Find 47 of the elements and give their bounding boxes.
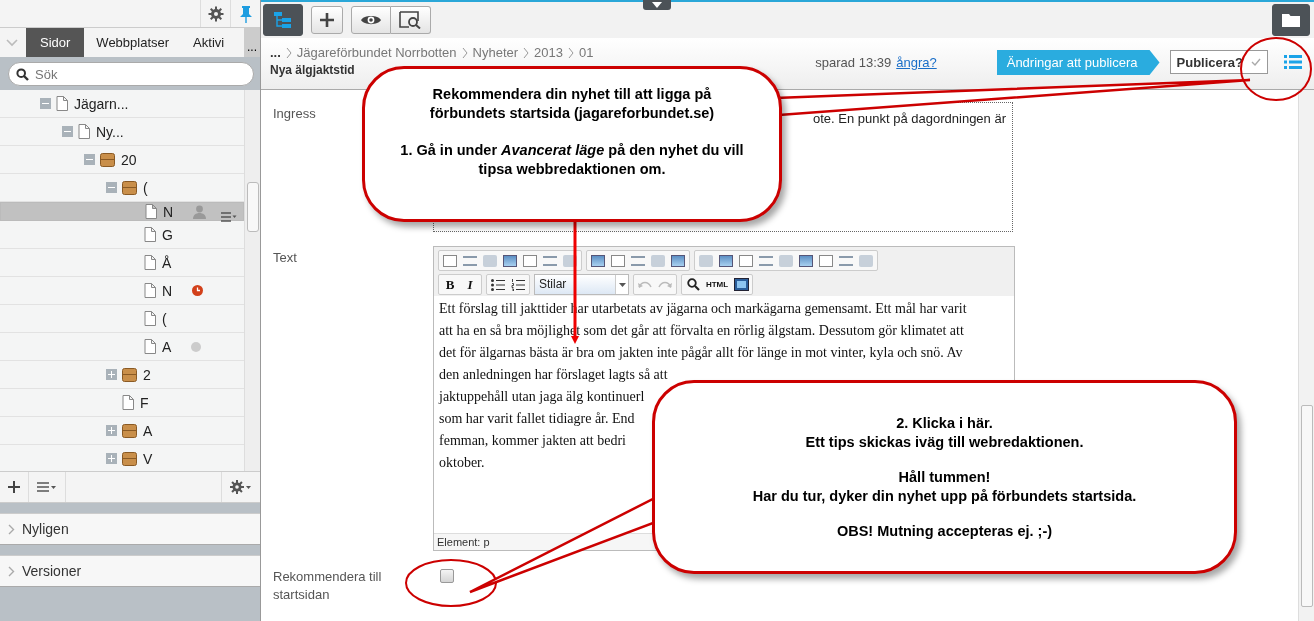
changes-label: Ändringar att publicera [996,50,1160,75]
tree-item[interactable]: N [0,277,244,305]
editor-text-line: den anledningen har förslaget lagts så att [439,366,668,384]
editor-text-line: det för älgarnas bästa är bra om jakten inte pågår allt för länge in mot vinter, kyla och snö. Av [439,344,963,362]
tree-item[interactable]: 20 [0,146,244,174]
saved-status: sparad 13:39 [815,55,892,70]
panel-title: Versioner [22,563,82,579]
callout-text: 2. Klicka i här. Ett tips skickas iväg till webredaktionen. [805,413,1084,452]
style-select[interactable]: Stilar [534,274,629,295]
editor-text-line: femman, kommer jakten att bedri [439,432,626,450]
callout-text: 1. Gå in under Avancerat läge på den nyhet du vill tipsa webbredaktionen om. [400,141,744,179]
breadcrumb-link[interactable]: 01 [579,45,594,60]
tree-item[interactable]: Jägarn... [0,90,244,118]
panel-header[interactable]: Versioner [0,555,260,587]
breadcrumb-link[interactable]: 2013 [534,45,563,60]
breadcrumb-link[interactable]: Nyheter [472,45,519,60]
bold-button[interactable]: B [440,276,460,293]
tree-item[interactable]: A [0,333,244,361]
undo-link[interactable]: ångra? [896,55,937,70]
tree-item[interactable]: Ny... [0,118,244,146]
tree-item[interactable]: F [0,389,244,417]
search-field[interactable]: Sök [8,62,254,86]
editor-text-line: jaktuppehåll utan jaga älg kontinuerl [439,388,645,406]
italic-button[interactable]: I [460,276,480,293]
breadcrumb-link[interactable]: ... [270,45,281,60]
panel-title: Nyligen [22,521,69,537]
tree-item[interactable]: A [0,417,244,445]
field-label: Rekommendera till startsidan [273,568,383,604]
tab[interactable]: Sidor [26,28,85,57]
callout-text: Rekommendera din nyhet till att ligga på förbundets startsida (jagareforbundet.se) [429,85,715,123]
field-label: Ingress [273,105,317,123]
tree-item[interactable]: N [0,202,244,221]
tree-item[interactable]: 2 [0,361,244,389]
breadcrumb-link[interactable]: Jägareförbundet Norrbotten [296,45,457,60]
publish-button[interactable]: Publicera? [1169,50,1268,74]
tab[interactable]: Webbplatser [84,28,182,57]
editor-text-line: som har varit fallet tidiagre år. End [439,410,635,428]
page-title: Nya älgjaktstid [270,63,356,77]
editor-text-line: oktober. [439,454,485,472]
field-label: Text [273,249,298,267]
tree-item[interactable]: G [0,221,244,249]
tree-item[interactable]: ( [0,305,244,333]
callout-text: Håll tummen! Har du tur, dyker din nyhet upp på förbundets startsida. [752,467,1137,506]
panel-header[interactable]: Nyligen [0,513,260,545]
tab[interactable]: Aktivi [181,28,237,57]
more-button[interactable]: ... [244,28,260,57]
tree-item[interactable]: Å [0,249,244,277]
